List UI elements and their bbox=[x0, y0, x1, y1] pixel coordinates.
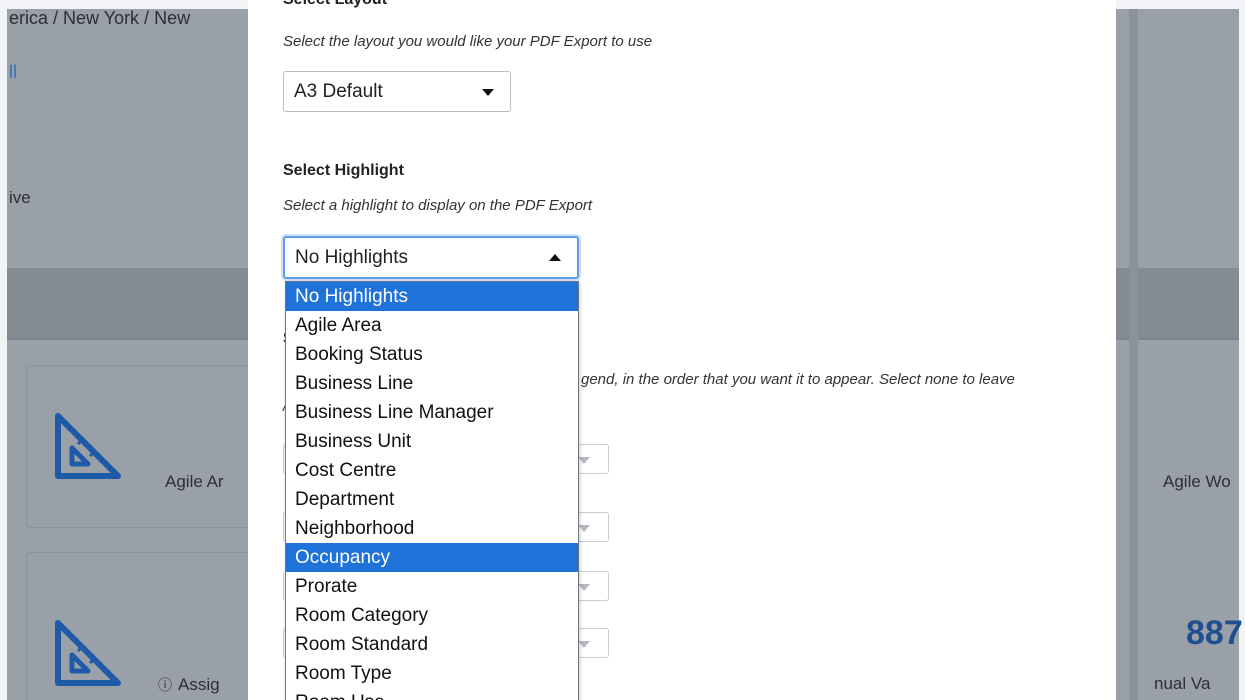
highlight-option[interactable]: Room Standard bbox=[286, 630, 578, 659]
layout-select-value: A3 Default bbox=[294, 80, 383, 102]
annual-vacancy-label: nual Va bbox=[1154, 674, 1211, 693]
highlight-option[interactable]: Neighborhood bbox=[286, 514, 578, 543]
info-icon: ⓘ bbox=[158, 677, 172, 693]
layout-select[interactable]: A3 Default bbox=[283, 71, 511, 112]
highlight-option[interactable]: Agile Area bbox=[286, 311, 578, 340]
highlight-option[interactable]: Cost Centre bbox=[286, 456, 578, 485]
status-text: ive bbox=[9, 188, 31, 207]
agile-area-label: Agile Ar bbox=[165, 472, 224, 491]
select-highlight-description: Select a highlight to display on the PDF… bbox=[283, 197, 593, 214]
select-legend-description-text: gend, in the order that you want it to a… bbox=[581, 371, 1015, 388]
highlight-option-hovered[interactable]: Occupancy bbox=[286, 543, 578, 572]
assigned-label: ⓘ Assig bbox=[158, 675, 220, 695]
highlight-options-list: No Highlights Agile Area Booking Status … bbox=[285, 281, 579, 700]
highlight-select[interactable]: No Highlights bbox=[283, 236, 579, 279]
right-edge bbox=[1239, 0, 1245, 700]
highlight-option[interactable]: Room Use bbox=[286, 688, 578, 700]
caret-down-icon bbox=[578, 525, 590, 532]
highlight-option[interactable]: Room Type bbox=[286, 659, 578, 688]
set-square-icon bbox=[55, 620, 121, 686]
highlight-option[interactable]: Booking Status bbox=[286, 340, 578, 369]
view-all-link: ll bbox=[9, 62, 17, 82]
select-highlight-title: Select Highlight bbox=[283, 162, 404, 179]
select-layout-title: Select Layout bbox=[283, 0, 387, 9]
assigned-text: Assig bbox=[178, 675, 220, 694]
agile-workspace-label: Agile Wo bbox=[1163, 472, 1231, 491]
set-square-icon bbox=[55, 413, 121, 479]
caret-down-icon bbox=[482, 88, 494, 96]
right-column-divider bbox=[1129, 9, 1138, 700]
select-layout-description: Select the layout you would like your PD… bbox=[283, 33, 653, 50]
breadcrumb: erica / New York / New bbox=[9, 8, 191, 28]
caret-down-icon bbox=[578, 641, 590, 648]
highlight-option[interactable]: No Highlights bbox=[286, 282, 578, 311]
highlight-option[interactable]: Business Line Manager bbox=[286, 398, 578, 427]
highlight-select-value: No Highlights bbox=[295, 246, 408, 268]
highlight-option[interactable]: Department bbox=[286, 485, 578, 514]
metric-value: 887 bbox=[1186, 614, 1243, 652]
highlight-option[interactable]: Prorate bbox=[286, 572, 578, 601]
highlight-option[interactable]: Business Unit bbox=[286, 427, 578, 456]
caret-down-icon bbox=[578, 584, 590, 591]
left-edge bbox=[0, 0, 7, 700]
caret-up-icon bbox=[549, 253, 561, 261]
caret-down-icon bbox=[578, 457, 590, 464]
highlight-option[interactable]: Room Category bbox=[286, 601, 578, 630]
highlight-option[interactable]: Business Line bbox=[286, 369, 578, 398]
